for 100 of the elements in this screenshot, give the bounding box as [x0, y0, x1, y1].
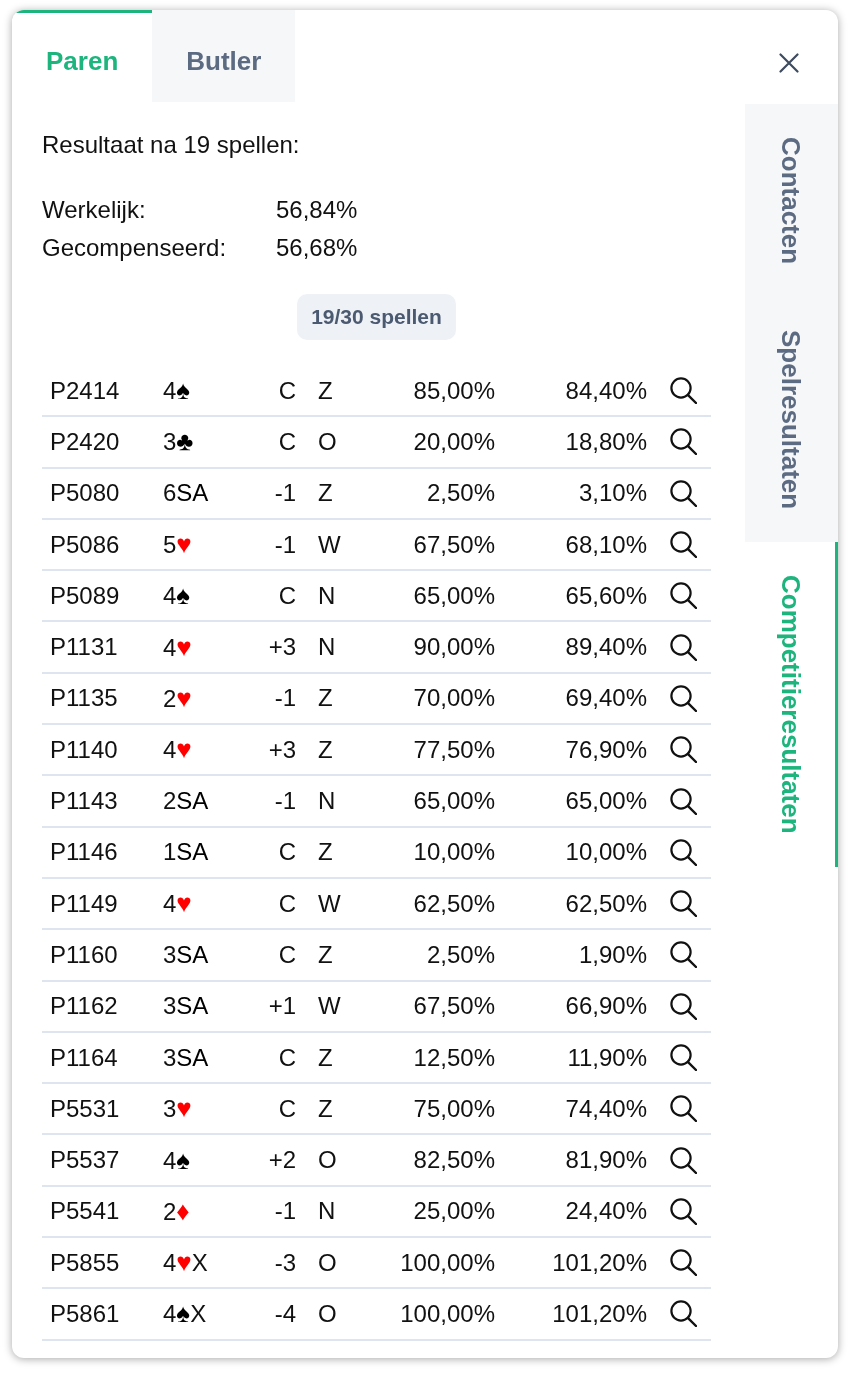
result-text: -3: [274, 1248, 296, 1277]
search-icon[interactable]: [670, 941, 697, 969]
percent-text: 24,40%: [565, 1197, 647, 1226]
percent-text: 12,50%: [413, 1043, 495, 1072]
stat-label: Gecompenseerd:: [42, 233, 228, 263]
percent-text: 20,00%: [413, 427, 495, 456]
result-text: C: [278, 1043, 296, 1072]
stat-value: 56,84%: [276, 195, 359, 225]
code-text: P5861: [49, 1300, 120, 1328]
contract-text: 3♥: [163, 1093, 192, 1125]
code-text: P5541: [49, 1197, 120, 1226]
result-text: C: [278, 889, 296, 918]
result-text: +3: [268, 633, 296, 662]
contract-text: 4♠: [163, 580, 191, 612]
letter-text: O: [317, 1248, 337, 1277]
result-text: +1: [268, 992, 296, 1021]
close-icon[interactable]: [779, 53, 799, 73]
code-text: P2414: [49, 376, 120, 405]
percent-text: 89,40%: [565, 633, 647, 662]
code-text: P5089: [49, 581, 120, 610]
contract-text: 4♥: [163, 888, 192, 920]
percent-text: 70,00%: [413, 684, 495, 713]
search-icon[interactable]: [670, 890, 697, 918]
percent-text: 1,90%: [578, 940, 647, 969]
code-text: P5855: [49, 1248, 120, 1277]
contract-text: 2♦: [163, 1195, 190, 1227]
search-icon[interactable]: [670, 736, 697, 764]
side-tab[interactable]: Spelresultaten: [745, 297, 838, 543]
search-icon[interactable]: [670, 479, 697, 507]
code-text: P5086: [49, 530, 120, 559]
search-icon[interactable]: [670, 838, 697, 866]
code-text: P1149: [49, 889, 118, 918]
search-icon[interactable]: [670, 1095, 697, 1123]
search-icon[interactable]: [670, 1044, 697, 1071]
percent-text: 90,00%: [413, 633, 495, 662]
letter-text: O: [317, 427, 337, 456]
percent-text: 69,40%: [565, 684, 647, 713]
percent-text: 67,50%: [413, 992, 495, 1021]
result-text: -1: [274, 684, 296, 713]
contract-text: 3SA: [163, 940, 209, 969]
result-text: +3: [268, 735, 296, 764]
contract-text: 4♠X: [163, 1298, 207, 1330]
search-icon[interactable]: [670, 582, 697, 610]
percent-text: 82,50%: [413, 1146, 495, 1175]
search-icon[interactable]: [670, 531, 697, 559]
search-icon[interactable]: [670, 377, 697, 405]
percent-text: 85,00%: [413, 376, 495, 405]
contract-text: 5♥: [163, 529, 192, 561]
stat-value: 56,68%: [276, 233, 359, 263]
percent-text: 2,50%: [426, 479, 495, 508]
percent-text: 62,50%: [413, 889, 495, 918]
contract-text: 4♥X: [163, 1247, 208, 1279]
side-tab[interactable]: Contacten: [745, 104, 838, 298]
letter-text: Z: [317, 940, 333, 969]
contract-text: 2SA: [163, 787, 209, 815]
code-text: P1135: [49, 684, 118, 713]
percent-text: 2,50%: [426, 940, 495, 969]
summary-heading: Resultaat na 19 spellen:: [42, 130, 301, 160]
tab[interactable]: Paren: [12, 10, 153, 102]
letter-text: N: [317, 1197, 336, 1226]
result-text: C: [278, 581, 296, 610]
percent-text: 74,40%: [565, 1094, 647, 1123]
letter-text: W: [317, 992, 341, 1021]
code-text: P1146: [49, 838, 118, 867]
percent-text: 75,00%: [413, 1094, 495, 1123]
code-text: P1143: [49, 787, 118, 815]
percent-text: 25,00%: [413, 1197, 495, 1226]
code-text: P1164: [49, 1043, 118, 1072]
search-icon[interactable]: [670, 1146, 697, 1174]
code-text: P5537: [49, 1146, 120, 1175]
tab[interactable]: Butler: [152, 10, 296, 102]
percent-text: 67,50%: [413, 530, 495, 559]
result-text: C: [278, 376, 296, 405]
percent-text: 101,20%: [552, 1300, 647, 1328]
code-text: P1140: [49, 735, 118, 764]
search-icon[interactable]: [670, 1249, 697, 1277]
search-icon[interactable]: [670, 428, 697, 456]
percent-text: 66,90%: [565, 992, 647, 1021]
search-icon[interactable]: [670, 633, 697, 661]
percent-text: 10,00%: [413, 838, 495, 867]
percent-text: 65,60%: [565, 581, 647, 610]
search-icon[interactable]: [670, 1197, 697, 1225]
search-icon[interactable]: [670, 992, 697, 1020]
code-text: P1162: [49, 992, 118, 1021]
contract-text: 3SA: [163, 1043, 209, 1072]
code-text: P1131: [49, 633, 118, 662]
percent-text: 10,00%: [565, 838, 647, 867]
search-icon[interactable]: [670, 787, 697, 815]
result-text: -1: [274, 479, 296, 508]
contract-text: 2♥: [163, 682, 192, 714]
count-badge: 19/30 spellen: [297, 294, 456, 340]
search-icon[interactable]: [670, 1300, 697, 1328]
search-icon[interactable]: [670, 684, 697, 712]
letter-text: Z: [317, 735, 333, 764]
letter-text: Z: [317, 479, 333, 508]
code-text: P1160: [49, 940, 118, 969]
result-text: C: [278, 427, 296, 456]
letter-text: N: [317, 633, 336, 662]
letter-text: O: [317, 1300, 337, 1328]
contract-text: 3♣: [163, 426, 194, 458]
